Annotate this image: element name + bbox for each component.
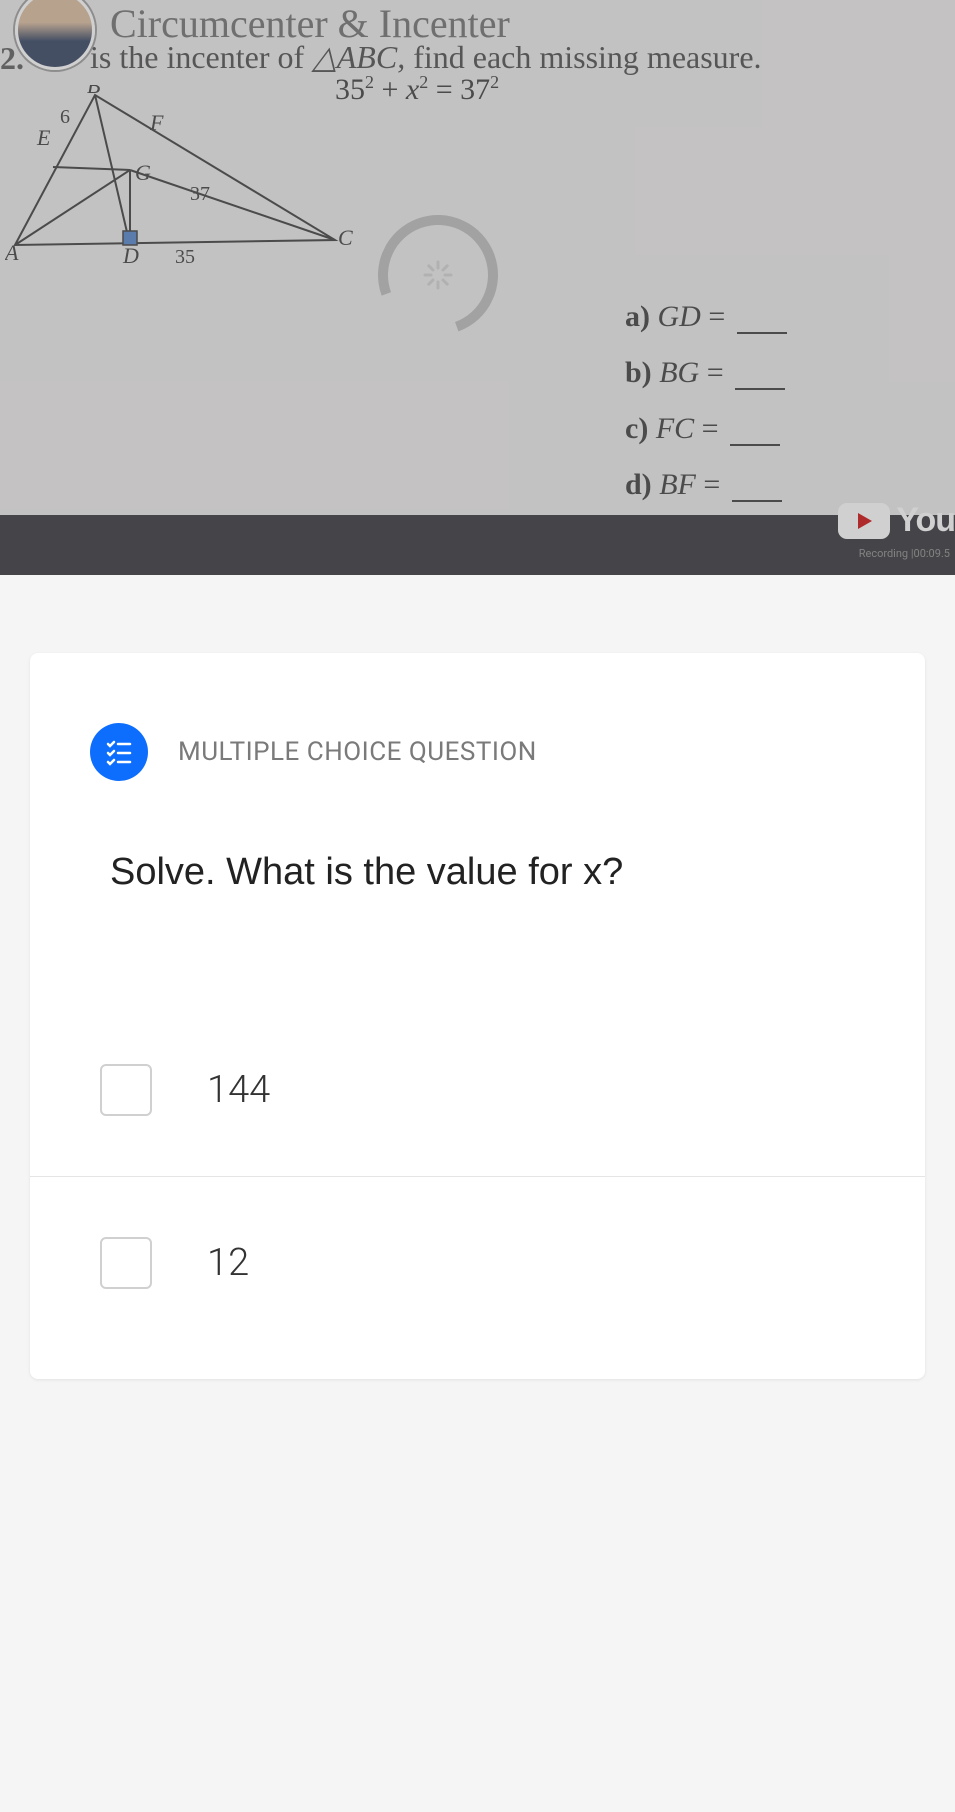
- equation: 352 + x2 = 372: [335, 72, 499, 107]
- triangle-diagram: A B C D E F G 6 37 35: [5, 85, 355, 275]
- recording-label: Recording |00:09.5: [859, 547, 950, 560]
- question-type-row: MULTIPLE CHOICE QUESTION: [90, 723, 865, 781]
- option-2-checkbox[interactable]: [100, 1237, 152, 1289]
- measure-c-blank: [730, 444, 780, 446]
- eq-exp1: 2: [365, 72, 374, 92]
- option-divider: [30, 1176, 925, 1177]
- video-subtitle: is the incenter of △ABC, find each missi…: [90, 38, 762, 76]
- eq-eq: =: [428, 73, 460, 106]
- point-d: D: [122, 243, 139, 268]
- subtitle-pre: is the incenter of: [90, 39, 312, 75]
- measure-d-seg: BF: [659, 468, 696, 501]
- option-1[interactable]: 144: [90, 1034, 865, 1146]
- measure-c-eq: =: [702, 412, 719, 445]
- vertex-c: C: [338, 225, 353, 250]
- measure-a-letter: a): [625, 300, 650, 333]
- measure-b-seg: BG: [659, 356, 699, 389]
- multiple-choice-icon: [90, 723, 148, 781]
- measure-b: b) BG =: [625, 356, 787, 390]
- video-bottom-bar: You Recording |00:09.5: [0, 515, 955, 575]
- option-2[interactable]: 12: [90, 1207, 865, 1319]
- measures-list: a) GD = b) BG = c) FC = d) BF =: [625, 300, 787, 524]
- eq-var: x: [406, 73, 419, 106]
- measure-b-letter: b): [625, 356, 652, 389]
- measure-d-blank: [732, 500, 782, 502]
- measure-c-seg: FC: [656, 412, 694, 445]
- youtube-text: You: [896, 501, 955, 540]
- measure-a-eq: =: [708, 300, 725, 333]
- measure-d-eq: =: [703, 468, 720, 501]
- option-1-checkbox[interactable]: [100, 1064, 152, 1116]
- youtube-play-icon: [838, 503, 890, 539]
- point-e: E: [36, 125, 51, 150]
- vertex-a: A: [5, 240, 19, 265]
- vertex-b: B: [87, 85, 100, 98]
- question-number: 2.: [0, 40, 24, 77]
- eq-exp2: 2: [419, 72, 428, 92]
- spinner-icon: [423, 260, 453, 290]
- measure-d-letter: d): [625, 468, 652, 501]
- video-frame: 2. Circumcenter & Incenter is the incent…: [0, 0, 955, 575]
- point-g: G: [135, 160, 151, 185]
- measure-d: d) BF =: [625, 468, 787, 502]
- measure-a: a) GD =: [625, 300, 787, 334]
- video-player-area[interactable]: 2. Circumcenter & Incenter is the incent…: [0, 0, 955, 575]
- question-type-label: MULTIPLE CHOICE QUESTION: [178, 737, 537, 767]
- presenter-avatar: [15, 0, 95, 70]
- measure-c: c) FC =: [625, 412, 787, 446]
- measure-b-blank: [735, 388, 785, 390]
- eq-rhs: 37: [460, 73, 490, 106]
- question-text: Solve. What is the value for x?: [110, 851, 865, 894]
- list-check-icon: [105, 738, 133, 766]
- point-f: F: [149, 110, 164, 135]
- label-6: 6: [60, 106, 70, 128]
- measure-a-seg: GD: [658, 300, 701, 333]
- measure-c-letter: c): [625, 412, 648, 445]
- measure-b-eq: =: [707, 356, 724, 389]
- label-37: 37: [190, 183, 210, 205]
- subtitle-triangle: △ABC,: [312, 39, 405, 75]
- option-1-text: 144: [207, 1068, 270, 1112]
- eq-plus: +: [374, 73, 406, 106]
- quiz-area: MULTIPLE CHOICE QUESTION Solve. What is …: [0, 575, 955, 1379]
- subtitle-post: find each missing measure.: [405, 39, 761, 75]
- youtube-badge[interactable]: You: [838, 501, 955, 540]
- measure-a-blank: [737, 332, 787, 334]
- loading-spinner: [378, 215, 498, 335]
- eq-rhsexp: 2: [490, 72, 499, 92]
- question-card: MULTIPLE CHOICE QUESTION Solve. What is …: [30, 653, 925, 1379]
- label-35: 35: [175, 246, 195, 268]
- option-2-text: 12: [207, 1241, 249, 1285]
